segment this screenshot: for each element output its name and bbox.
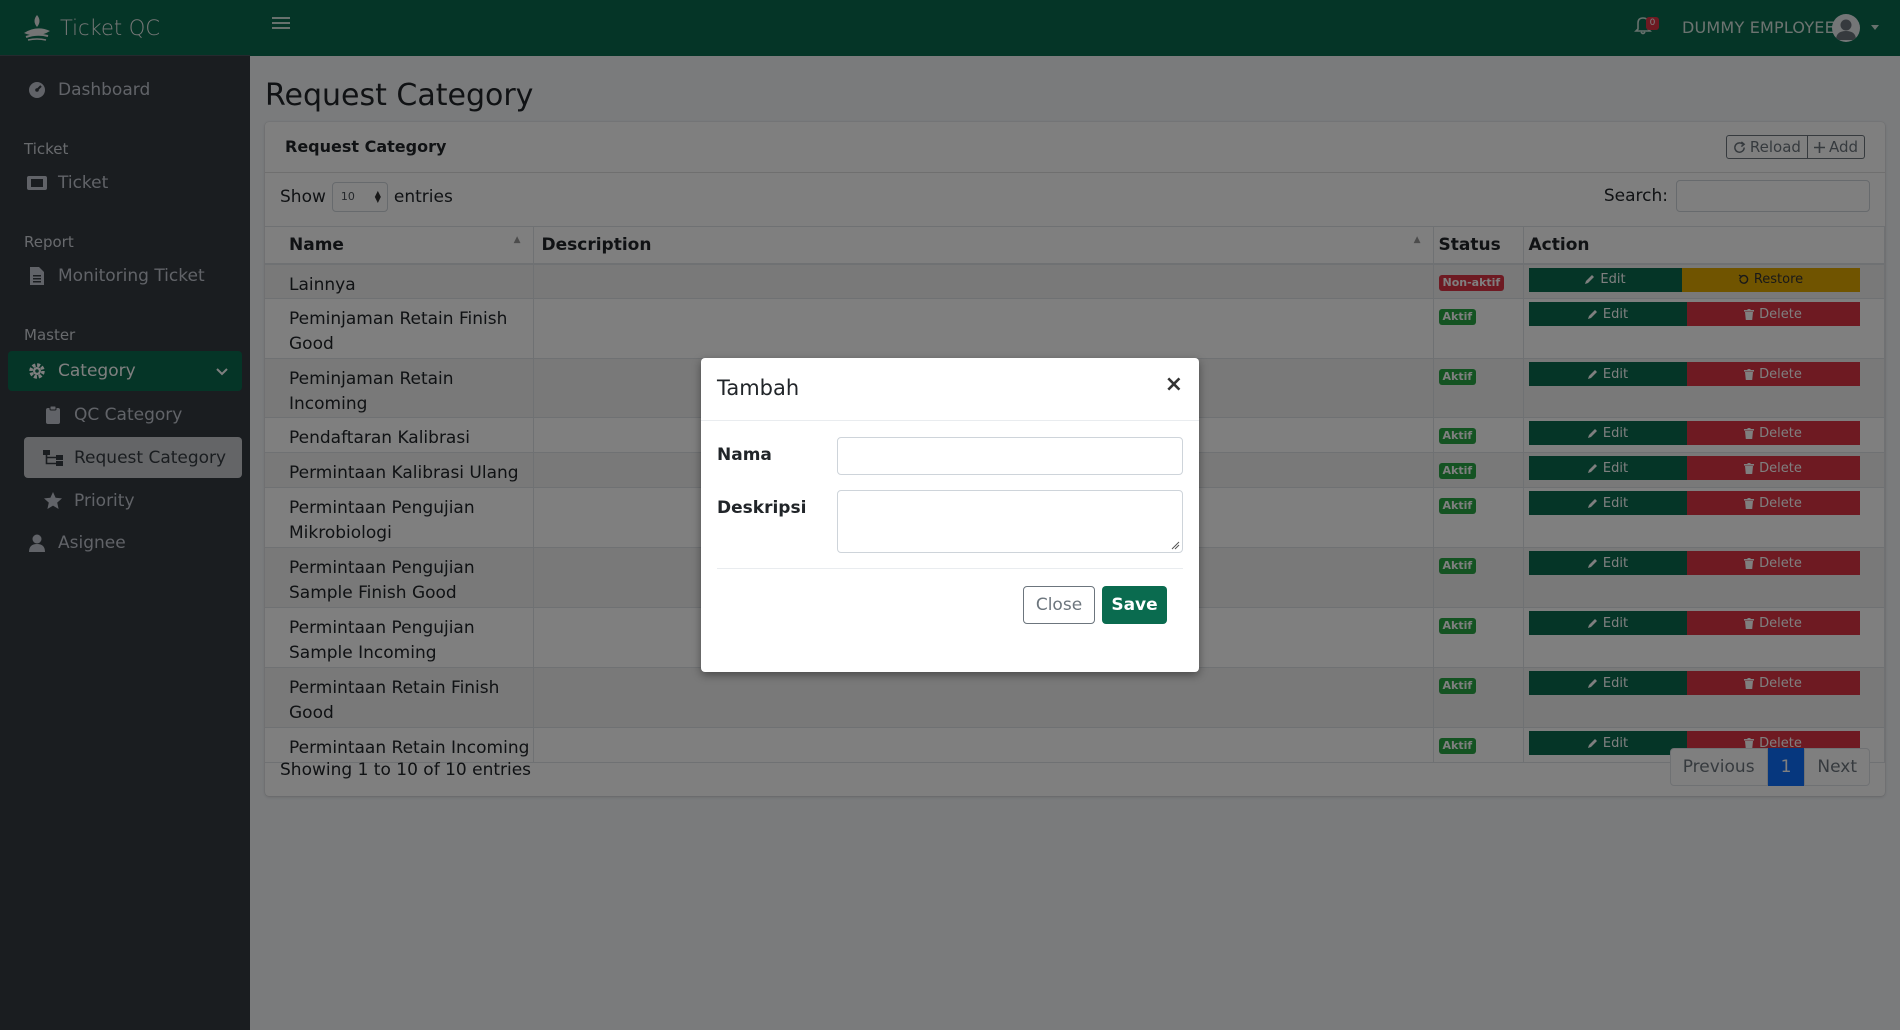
add-category-modal: Tambah × Nama Deskripsi Close Save bbox=[701, 358, 1199, 672]
resize-handle-icon[interactable] bbox=[1171, 541, 1180, 550]
close-button[interactable]: Close bbox=[1023, 586, 1095, 624]
deskripsi-textarea[interactable] bbox=[837, 490, 1183, 553]
modal-divider bbox=[717, 568, 1183, 569]
save-button[interactable]: Save bbox=[1102, 586, 1167, 624]
close-icon[interactable]: × bbox=[1165, 372, 1183, 397]
form-row-deskripsi: Deskripsi bbox=[717, 490, 1183, 553]
nama-input[interactable] bbox=[837, 437, 1183, 475]
deskripsi-label: Deskripsi bbox=[717, 498, 807, 518]
form-row-nama: Nama bbox=[717, 437, 1183, 475]
nama-label: Nama bbox=[717, 445, 772, 465]
modal-header: Tambah × bbox=[701, 358, 1199, 421]
modal-title: Tambah bbox=[717, 376, 800, 400]
